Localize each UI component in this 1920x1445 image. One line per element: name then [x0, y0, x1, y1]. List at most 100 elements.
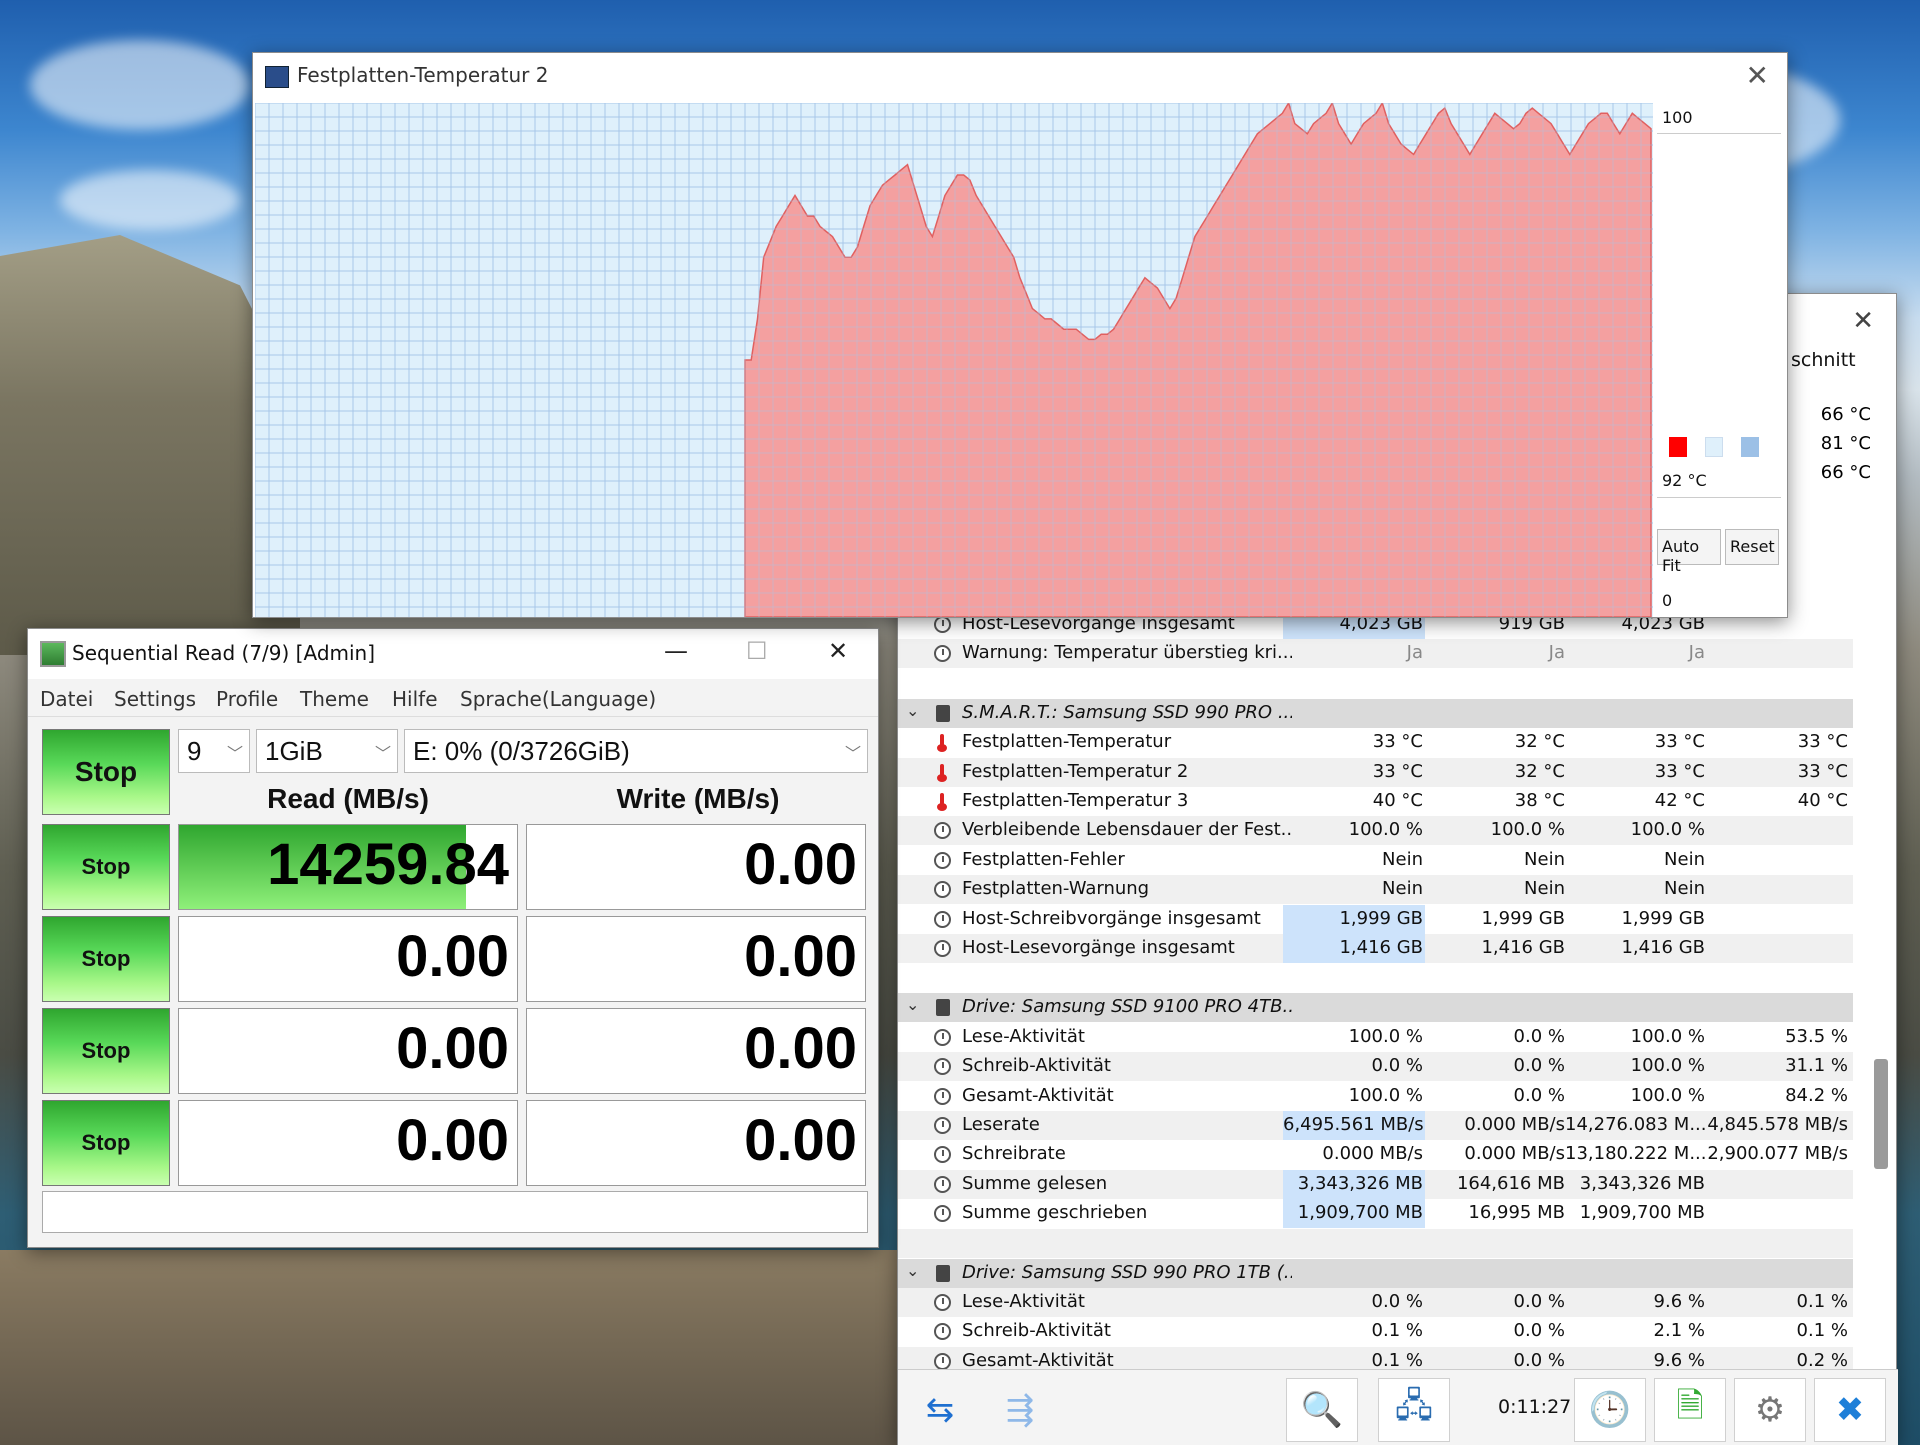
- sensor-value-v3: 13,180.222 M...: [1565, 1143, 1707, 1165]
- sensor-row[interactable]: Gesamt-Aktivität 100.0 % 0.0 % 100.0 % 84.2 …: [898, 1082, 1853, 1111]
- maximize-icon[interactable]: ☐: [746, 637, 768, 665]
- divider: [1657, 133, 1781, 134]
- sensor-group[interactable]: ⌄ S.M.A.R.T.: Samsung SSD 990 PRO ...: [898, 698, 1853, 728]
- sensor-value-v2: Nein: [1524, 878, 1565, 900]
- sensor-row[interactable]: Verbleibende Lebensdauer der Fest... 100.…: [898, 816, 1853, 846]
- close-x-icon[interactable]: ✖: [1814, 1378, 1886, 1442]
- scale-min: 0: [1662, 591, 1673, 610]
- sensor-value-v3: 42 °C: [1654, 790, 1705, 811]
- menu-theme[interactable]: Theme: [300, 687, 369, 711]
- sensor-group[interactable]: ⌄ Drive: Samsung SSD 9100 PRO 4TB...: [898, 993, 1853, 1023]
- minimize-icon[interactable]: —: [664, 637, 688, 665]
- sensor-row[interactable]: Festplatten-Warnung Nein Nein Nein: [898, 875, 1853, 905]
- sensor-label: Festplatten-Warnung: [962, 878, 1150, 900]
- close-icon[interactable]: ✕: [1746, 59, 1769, 92]
- menu-hilfe[interactable]: Hilfe: [392, 687, 438, 711]
- swatch-grid[interactable]: [1741, 437, 1759, 457]
- sensor-value-v1: 1,909,700 MB: [1297, 1202, 1423, 1224]
- sensor-value-v4: 40 °C: [1797, 790, 1848, 811]
- sensor-row[interactable]: Schreib-Aktivität 0.0 % 0.0 % 100.0 % 31.1 %: [898, 1052, 1853, 1082]
- stop-button[interactable]: Stop: [42, 916, 170, 1002]
- spacer-row: [898, 963, 1853, 992]
- clock-icon: [934, 1175, 951, 1193]
- clock-icon: [934, 1352, 951, 1369]
- read-result: 14259.84: [178, 824, 518, 910]
- stop-all-button[interactable]: Stop: [42, 729, 170, 815]
- size-select[interactable]: 1GiB ﹀: [256, 729, 398, 773]
- sensor-value-v2: 100.0 %: [1490, 819, 1565, 841]
- sensor-value-v1: 0.0 %: [1371, 1291, 1423, 1312]
- chevron-down-icon[interactable]: ⌄: [906, 995, 919, 1014]
- sensor-row[interactable]: Gesamt-Aktivität 0.1 % 0.0 % 9.6 % 0.2 %: [898, 1346, 1853, 1369]
- fortress-wall: [0, 1250, 900, 1445]
- sensor-row[interactable]: Schreibrate 0.000 MB/s 0.000 MB/s 13,180.22…: [898, 1140, 1853, 1169]
- sensor-row[interactable]: Schreib-Aktivität 0.1 % 0.0 % 2.1 % 0.1 %: [898, 1317, 1853, 1346]
- sensor-row[interactable]: Lese-Aktivität 0.0 % 0.0 % 9.6 % 0.1 %: [898, 1288, 1853, 1317]
- drive-icon: [936, 999, 950, 1017]
- sensor-row[interactable]: Festplatten-Temperatur 33 °C 32 °C 33 °C 33 …: [898, 728, 1853, 757]
- stop-button[interactable]: Stop: [42, 824, 170, 910]
- chevron-down-icon[interactable]: ⌄: [906, 701, 919, 720]
- menu-settings[interactable]: Settings: [114, 687, 196, 711]
- sensor-row[interactable]: Festplatten-Fehler Nein Nein Nein: [898, 846, 1853, 875]
- chevron-down-icon: ﹀: [226, 746, 243, 763]
- sensor-label: Festplatten-Fehler: [962, 848, 1125, 870]
- write-result: 0.00: [526, 1008, 866, 1094]
- drive-value: E: 0% (0/3726GiB): [413, 736, 630, 766]
- sensor-row[interactable]: Host-Schreibvorgänge insgesamt 1,999 GB 1,…: [898, 904, 1853, 934]
- auto-fit-button[interactable]: Auto Fit: [1657, 529, 1721, 575]
- search-computer-icon[interactable]: 🔍: [1286, 1378, 1358, 1442]
- menu-language[interactable]: Sprache(Language): [460, 687, 656, 711]
- sensor-value-v3: 9.6 %: [1653, 1349, 1705, 1369]
- clock-icon: [934, 1058, 951, 1076]
- write-result: 0.00: [526, 916, 866, 1002]
- stop-button[interactable]: Stop: [42, 1100, 170, 1186]
- temperature-graph-window[interactable]: Festplatten-Temperatur 2 ✕ 100 92 °C Aut…: [252, 52, 1788, 618]
- sensor-value-v3: 1,416 GB: [1621, 937, 1705, 958]
- sensor-value-v3: Ja: [1688, 642, 1705, 664]
- sensor-row[interactable]: Festplatten-Temperatur 3 40 °C 38 °C 42 °C 4…: [898, 787, 1853, 816]
- scrollbar[interactable]: [1874, 354, 1888, 1364]
- sensor-group[interactable]: ⌄ Drive: Samsung SSD 990 PRO 1TB (...: [898, 1258, 1853, 1288]
- write-header: Write (MB/s): [616, 783, 780, 814]
- sensor-row[interactable]: Leserate 6,495.561 MB/s 0.000 MB/s 14,276.0…: [898, 1111, 1853, 1140]
- clock-icon: [934, 881, 951, 899]
- sensor-value-v3: 100.0 %: [1630, 1055, 1705, 1077]
- arrows-collapse-icon[interactable]: ⇶: [984, 1378, 1056, 1442]
- count-select[interactable]: 9 ﹀: [178, 729, 250, 773]
- sensor-row[interactable]: Host-Lesevorgänge insgesamt 1,416 GB 1,416…: [898, 934, 1853, 963]
- sensor-row[interactable]: Warnung: Temperatur überstieg kri... Ja Ja…: [898, 639, 1853, 669]
- sensor-row[interactable]: Festplatten-Temperatur 2 33 °C 32 °C 33 °C 3…: [898, 757, 1853, 787]
- stop-button[interactable]: Stop: [42, 1008, 170, 1094]
- swatch-background[interactable]: [1705, 437, 1723, 457]
- scrollbar-thumb[interactable]: [1874, 1059, 1888, 1169]
- temperature-chart: [255, 103, 1653, 617]
- chevron-down-icon[interactable]: ⌄: [906, 1261, 919, 1280]
- arrows-left-right-icon[interactable]: ⇆: [904, 1378, 976, 1442]
- report-add-icon[interactable]: 🗎: [1654, 1378, 1726, 1442]
- write-result: 0.00: [526, 824, 866, 910]
- sensor-row[interactable]: Summe geschrieben 1,909,700 MB 16,995 MB 1,…: [898, 1199, 1853, 1229]
- menu-profile[interactable]: Profile: [216, 687, 278, 711]
- gear-icon[interactable]: ⚙: [1734, 1378, 1806, 1442]
- comment-input[interactable]: [42, 1191, 868, 1233]
- clock-icon[interactable]: 🕒: [1574, 1378, 1646, 1442]
- reset-button[interactable]: Reset: [1725, 529, 1779, 565]
- clock-icon: [934, 645, 951, 663]
- sensor-label: Leserate: [962, 1114, 1040, 1135]
- sensor-row[interactable]: Summe gelesen 3,343,326 MB 164,616 MB 3,343…: [898, 1169, 1853, 1199]
- swatch-current[interactable]: [1669, 437, 1687, 457]
- sensor-row[interactable]: Lese-Aktivität 100.0 % 0.0 % 100.0 % 53.5 %: [898, 1023, 1853, 1052]
- write-result: 0.00: [526, 1100, 866, 1186]
- sensor-label: Festplatten-Temperatur: [962, 731, 1172, 753]
- drive-select[interactable]: E: 0% (0/3726GiB) ﹀: [404, 729, 868, 773]
- sensor-value-v3: 33 °C: [1654, 731, 1705, 753]
- menu-datei[interactable]: Datei: [40, 687, 93, 711]
- network-icon[interactable]: 🖧: [1378, 1378, 1450, 1442]
- crystaldiskmark-window[interactable]: Sequential Read (7/9) [Admin] — ☐ ✕ Date…: [27, 628, 879, 1248]
- thermometer-icon: [934, 763, 951, 782]
- group-label: Drive: Samsung SSD 9100 PRO 4TB...: [962, 996, 1292, 1018]
- close-icon[interactable]: ✕: [828, 637, 848, 665]
- spacer-row: [898, 1228, 1853, 1258]
- sensor-label: Festplatten-Temperatur 3: [962, 790, 1189, 811]
